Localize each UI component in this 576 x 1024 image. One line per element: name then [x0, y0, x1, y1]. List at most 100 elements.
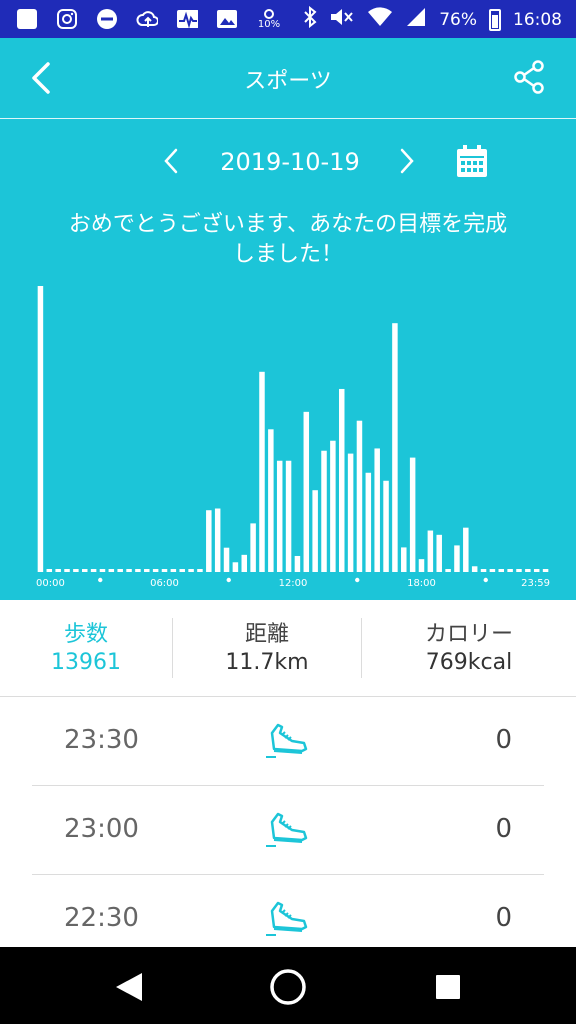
- clock: 16:08: [513, 9, 562, 30]
- chart-bar: [197, 569, 203, 572]
- chart-bar: [542, 569, 549, 572]
- chart-bar: [392, 323, 398, 572]
- recents-square-icon[interactable]: [428, 967, 468, 1007]
- chart-bar: [471, 566, 478, 572]
- record-time: 23:00: [64, 814, 139, 844]
- x-tick-label: 06:00: [150, 578, 179, 589]
- next-day-button[interactable]: [396, 146, 418, 176]
- page-title: スポーツ: [244, 69, 332, 94]
- chart-bar: [409, 457, 416, 572]
- chart-bar: [330, 440, 336, 572]
- chart-bar: [516, 569, 522, 572]
- axis-dot: [98, 577, 103, 583]
- chart-bar: [206, 510, 212, 572]
- list-item[interactable]: 23:30 0: [0, 697, 576, 786]
- record-steps: 0: [495, 814, 512, 844]
- activity-icon: [176, 8, 198, 30]
- chart-bar: [338, 388, 345, 572]
- chart-bar: [73, 569, 79, 572]
- chart-bar: [445, 569, 451, 572]
- chart-bar: [436, 534, 442, 572]
- chart-bar: [37, 286, 44, 572]
- chart-bar: [480, 569, 487, 572]
- battery-icon: [489, 8, 501, 31]
- chart-bar: [321, 450, 327, 572]
- shoe-icon: [266, 810, 310, 850]
- previous-day-button[interactable]: [160, 146, 182, 176]
- chart-bar: [135, 569, 141, 572]
- chart-bar: [347, 453, 354, 572]
- chart-bar: [99, 569, 106, 572]
- battery-percent: 76%: [439, 9, 477, 30]
- chart-bar: [276, 460, 283, 572]
- chart-bar: [250, 523, 256, 572]
- instagram-icon: [56, 8, 78, 30]
- chart-bar: [418, 559, 425, 572]
- record-time: 23:30: [64, 725, 139, 755]
- axis-dot: [483, 577, 488, 583]
- chart-bar: [179, 569, 185, 572]
- chart-bar: [489, 569, 496, 572]
- home-circle-icon[interactable]: [268, 967, 308, 1007]
- records-list[interactable]: 23:30 0 23:00 0 22:30 0: [0, 697, 576, 947]
- chart-bar: [214, 508, 221, 572]
- list-item[interactable]: 22:30 0: [0, 875, 576, 947]
- chart-bar: [285, 460, 292, 572]
- header: スポーツ 2019-10-19 おめでとうございます、あなたの目標を完成 しまし…: [0, 38, 576, 600]
- axis-dot: [355, 577, 360, 583]
- chart-bar: [374, 448, 380, 572]
- list-item[interactable]: 23:00 0: [0, 786, 576, 875]
- chart-bar: [55, 569, 61, 572]
- date-navigator: 2019-10-19: [0, 140, 576, 186]
- chart-bar: [161, 569, 168, 572]
- calories-value: 769kcal: [425, 650, 513, 675]
- chart-bar: [241, 554, 248, 572]
- chart-bar: [365, 472, 372, 572]
- x-tick-label: 12:00: [279, 578, 308, 589]
- steps-label: 歩数: [63, 622, 108, 647]
- axis-dot: [226, 577, 231, 583]
- chart-bar: [463, 527, 469, 572]
- stat-distance[interactable]: 距離 11.7km: [173, 600, 361, 696]
- system-nav-bar: [0, 947, 576, 1024]
- mute-icon: [329, 6, 355, 33]
- x-tick-label: 23:59: [521, 578, 550, 589]
- chart-bar: [507, 569, 513, 572]
- chart-bar: [525, 569, 531, 572]
- chart-bar: [454, 545, 460, 572]
- chart-bar: [126, 569, 132, 572]
- distance-label: 距離: [244, 622, 289, 647]
- shoe-icon: [266, 721, 310, 761]
- steps-bar-chart: 00:00 06:00 12:00 18:00 23:59: [36, 286, 550, 589]
- chart-bar: [294, 555, 301, 572]
- goal-message: おめでとうございます、あなたの目標を完成 しました！: [20, 210, 556, 270]
- x-tick-label: 00:00: [36, 578, 65, 589]
- signal-icon: [405, 6, 427, 33]
- chart-bar: [383, 480, 389, 572]
- share-icon[interactable]: [512, 60, 546, 94]
- status-bar: 10% 76% 16:08: [0, 0, 576, 38]
- chart-bar: [312, 490, 318, 572]
- calendar-icon[interactable]: [456, 144, 488, 178]
- chart-bar: [498, 569, 505, 572]
- image-icon: [216, 8, 238, 30]
- shoe-icon: [266, 899, 310, 939]
- stat-steps[interactable]: 歩数 13961: [0, 600, 172, 696]
- chart-bar: [81, 569, 88, 572]
- chart-bar: [427, 530, 434, 572]
- chart-bar: [223, 547, 230, 572]
- summary-stats: 歩数 13961 距離 11.7km カロリー 769kcal: [0, 600, 576, 697]
- chart-bar: [64, 569, 70, 572]
- chart-bar: [533, 569, 540, 572]
- distance-value: 11.7km: [225, 650, 309, 675]
- cloud-upload-icon: [136, 8, 158, 30]
- app-square-icon: [16, 8, 38, 30]
- chart-bar: [401, 547, 407, 572]
- chart-bar: [259, 371, 265, 572]
- back-triangle-icon[interactable]: [108, 967, 148, 1007]
- record-time: 22:30: [64, 903, 139, 933]
- chart-bar: [144, 569, 150, 572]
- stat-calories[interactable]: カロリー 769kcal: [362, 600, 576, 696]
- current-date: 2019-10-19: [220, 148, 360, 176]
- wifi-icon: [367, 6, 393, 33]
